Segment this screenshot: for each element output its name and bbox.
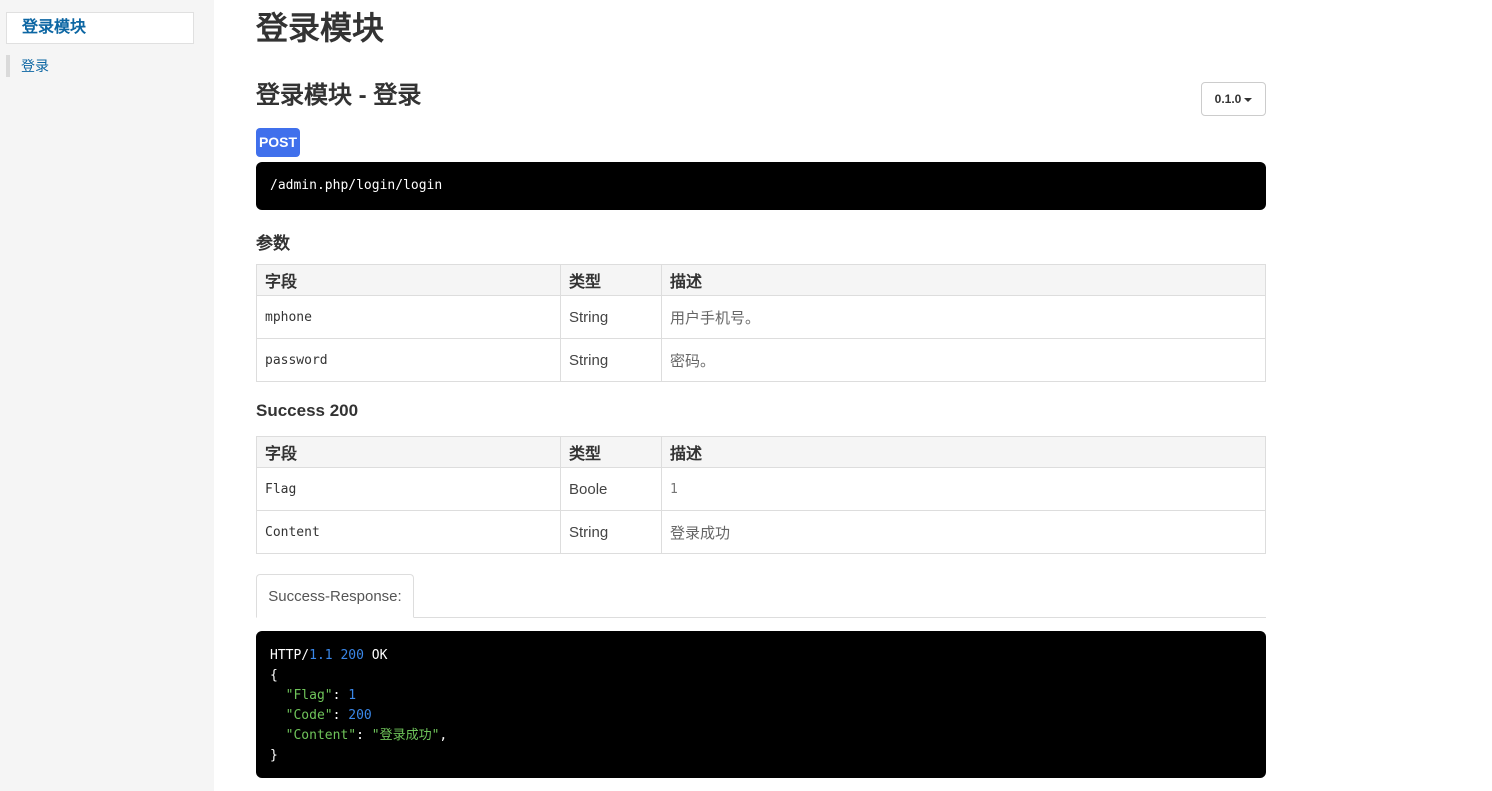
field-cell: Content [256, 510, 561, 554]
http-status-code: 200 [340, 648, 364, 663]
table-row: password String 密码。 [256, 338, 1266, 382]
open-brace: { [270, 668, 278, 683]
json-value: "登录成功" [371, 728, 440, 743]
sidebar-item-login[interactable]: 登录 [6, 55, 194, 77]
json-value: 200 [348, 708, 372, 723]
table-row: Content String 登录成功 [256, 510, 1266, 554]
caret-down-icon [1244, 98, 1253, 102]
field-cell: Flag [256, 467, 561, 511]
json-key: "Content" [285, 728, 357, 743]
table-header-row: 字段 类型 描述 [256, 264, 1266, 296]
sidebar: 登录模块 登录 [0, 0, 214, 791]
http-status-text: OK [371, 648, 388, 663]
table-row: mphone String 用户手机号。 [256, 295, 1266, 339]
version-dropdown[interactable]: 0.1.0 [1201, 82, 1266, 116]
params-table: 字段 类型 描述 mphone String 用户手机号。 password S… [256, 264, 1266, 382]
params-title: 参数 [256, 234, 290, 253]
close-brace: } [270, 748, 278, 763]
desc-cell: 1 [661, 467, 1266, 511]
field-cell: mphone [256, 295, 561, 339]
success-table: 字段 类型 描述 Flag Boole 1 Content String 登录成… [256, 436, 1266, 554]
endpoint-url: /admin.php/login/login [256, 162, 1266, 210]
desc-cell: 登录成功 [661, 510, 1266, 554]
column-header: 描述 [661, 264, 1266, 296]
column-header: 类型 [560, 436, 662, 468]
type-cell: String [560, 295, 662, 339]
column-header: 类型 [560, 264, 662, 296]
desc-cell: 用户手机号。 [661, 295, 1266, 339]
tab-success-response[interactable]: Success-Response: [256, 574, 414, 618]
json-key: "Flag" [285, 688, 333, 703]
type-cell: Boole [560, 467, 662, 511]
json-value: 1 [348, 688, 357, 703]
column-header: 描述 [661, 436, 1266, 468]
method-badge: POST [256, 128, 300, 157]
type-cell: String [560, 510, 662, 554]
table-row: Flag Boole 1 [256, 467, 1266, 511]
type-cell: String [560, 338, 662, 382]
json-key: "Code" [285, 708, 333, 723]
column-header: 字段 [256, 436, 561, 468]
page-title: 登录模块 [256, 10, 385, 46]
success-title: Success 200 [256, 401, 359, 420]
section-title: 登录模块 - 登录 [256, 82, 422, 109]
table-header-row: 字段 类型 描述 [256, 436, 1266, 468]
sidebar-header[interactable]: 登录模块 [6, 12, 194, 44]
response-tabs: Success-Response: [256, 574, 1266, 618]
response-example: HTTP/1.1 200 OK { "Flag": 1 "Code": 200 … [256, 631, 1266, 778]
http-version: 1.1 [309, 648, 333, 663]
desc-cell: 密码。 [661, 338, 1266, 382]
version-label: 0.1.0 [1214, 92, 1242, 106]
field-cell: password [256, 338, 561, 382]
http-prefix: HTTP/ [270, 648, 310, 663]
column-header: 字段 [256, 264, 561, 296]
